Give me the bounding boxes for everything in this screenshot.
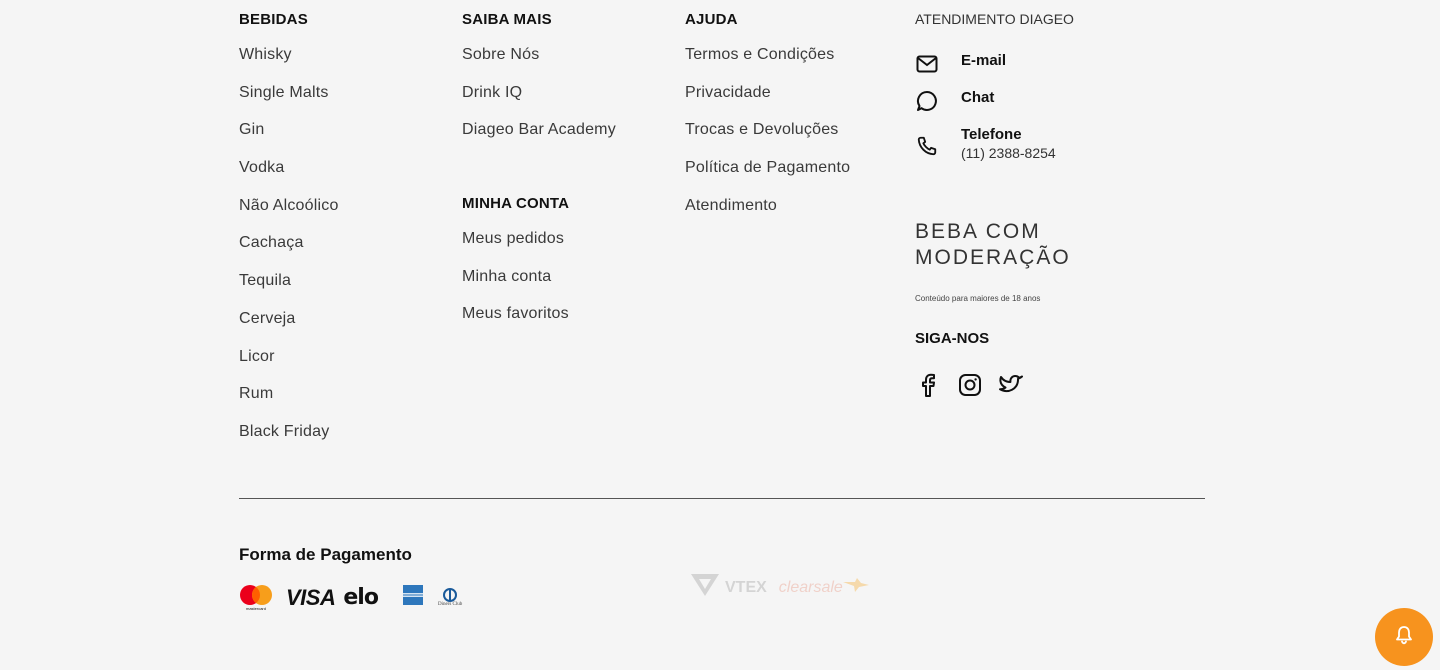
- age-restriction-note: Conteúdo para maiores de 18 anos: [915, 294, 1041, 303]
- footer-link-gin[interactable]: Gin: [239, 120, 265, 140]
- footer-link-vodka[interactable]: Vodka: [239, 158, 284, 178]
- footer-link-cerveja[interactable]: Cerveja: [239, 309, 296, 329]
- vtex-logo-mark: [689, 572, 721, 603]
- phone-number: (11) 2388-8254: [961, 145, 1056, 161]
- ajuda-link-list: Termos e Condições Privacidade Trocas e …: [685, 45, 895, 233]
- diners-club-logo: Diners Club: [437, 587, 463, 608]
- contact-chat[interactable]: Chat: [915, 89, 994, 113]
- clearsale-logo: clearsale: [778, 578, 843, 596]
- elo-logo: elo: [343, 585, 379, 610]
- footer-column-ajuda: AJUDA Termos e Condições Privacidade Tro…: [685, 0, 895, 233]
- instagram-icon[interactable]: [957, 372, 982, 397]
- notification-bell-button[interactable]: [1375, 608, 1433, 666]
- footer-link-drink-iq[interactable]: Drink IQ: [462, 83, 522, 103]
- minha-conta-link-list: Meus pedidos Minha conta Meus favoritos: [462, 229, 672, 342]
- footer-link-tequila[interactable]: Tequila: [239, 271, 291, 291]
- footer-link-meus-favoritos[interactable]: Meus favoritos: [462, 304, 569, 324]
- footer-link-minha-conta[interactable]: Minha conta: [462, 267, 551, 287]
- partner-logos: VTEX clearsale: [689, 572, 869, 603]
- footer-link-meus-pedidos[interactable]: Meus pedidos: [462, 229, 564, 249]
- bebidas-link-list: Whisky Single Malts Gin Vodka Não Alcoól…: [239, 45, 439, 460]
- footer-link-rum[interactable]: Rum: [239, 384, 273, 404]
- phone-icon: [915, 134, 939, 158]
- footer-link-nao-alcoolico[interactable]: Não Alcoólico: [239, 196, 339, 216]
- visa-logo: VISA: [286, 584, 336, 610]
- beba-com-moderacao: BEBA COM MODERAÇÃO: [915, 219, 1071, 271]
- bell-icon: [1395, 625, 1413, 650]
- american-express-logo: [402, 584, 424, 611]
- mastercard-logo: mastercard: [239, 584, 273, 611]
- payment-brand-logos: mastercard VISA elo Diners Club: [239, 584, 462, 611]
- footer-link-trocas-devolucoes[interactable]: Trocas e Devoluções: [685, 120, 839, 140]
- chat-bubble-icon: [915, 89, 939, 113]
- footer-link-privacidade[interactable]: Privacidade: [685, 83, 771, 103]
- footer-link-atendimento[interactable]: Atendimento: [685, 196, 777, 216]
- siga-nos-title: SIGA-NOS: [915, 330, 990, 347]
- mail-icon: [915, 52, 939, 76]
- bebidas-title: BEBIDAS: [239, 11, 308, 28]
- footer-column-atendimento: ATENDIMENTO DIAGEO E-mail Chat Telefone …: [915, 0, 1205, 420]
- footer-link-whisky[interactable]: Whisky: [239, 45, 292, 65]
- phone-label: Telefone: [961, 126, 1022, 143]
- footer-link-politica-pagamento[interactable]: Política de Pagamento: [685, 158, 850, 178]
- footer-link-diageo-bar-academy[interactable]: Diageo Bar Academy: [462, 120, 616, 140]
- footer-column-saiba-mais: SAIBA MAIS Sobre Nós Drink IQ Diageo Bar…: [462, 0, 672, 342]
- atendimento-title: ATENDIMENTO DIAGEO: [915, 11, 1074, 27]
- footer-link-licor[interactable]: Licor: [239, 347, 275, 367]
- footer-column-bebidas: BEBIDAS Whisky Single Malts Gin Vodka Nã…: [239, 0, 439, 460]
- twitter-icon[interactable]: [999, 372, 1024, 397]
- minha-conta-title: MINHA CONTA: [462, 195, 570, 213]
- social-links: [915, 372, 1024, 397]
- moderacao-line-2: MODERAÇÃO: [915, 246, 1071, 269]
- mastercard-caption: mastercard: [245, 606, 266, 611]
- saiba-mais-link-list: Sobre Nós Drink IQ Diageo Bar Academy: [462, 45, 672, 158]
- saiba-mais-title: SAIBA MAIS: [462, 11, 552, 28]
- vtex-logo: VTEX: [725, 578, 767, 596]
- footer-link-black-friday[interactable]: Black Friday: [239, 422, 329, 442]
- ajuda-title: AJUDA: [685, 11, 738, 28]
- clearsale-bird-icon: [842, 578, 869, 597]
- footer-link-sobre-nos[interactable]: Sobre Nós: [462, 45, 539, 65]
- contact-email[interactable]: E-mail: [915, 52, 1006, 76]
- footer-link-termos[interactable]: Termos e Condições: [685, 45, 834, 65]
- diners-caption: Diners Club: [437, 601, 463, 607]
- footer-divider: [239, 498, 1205, 499]
- moderacao-line-1: BEBA COM: [915, 220, 1041, 243]
- chat-label: Chat: [961, 89, 995, 106]
- footer-link-single-malts[interactable]: Single Malts: [239, 83, 329, 103]
- payment-title: Forma de Pagamento: [239, 545, 412, 564]
- email-label: E-mail: [961, 52, 1007, 69]
- facebook-icon[interactable]: [915, 372, 940, 397]
- contact-phone[interactable]: Telefone (11) 2388-8254: [915, 126, 1056, 162]
- footer-link-cachaca[interactable]: Cachaça: [239, 233, 304, 253]
